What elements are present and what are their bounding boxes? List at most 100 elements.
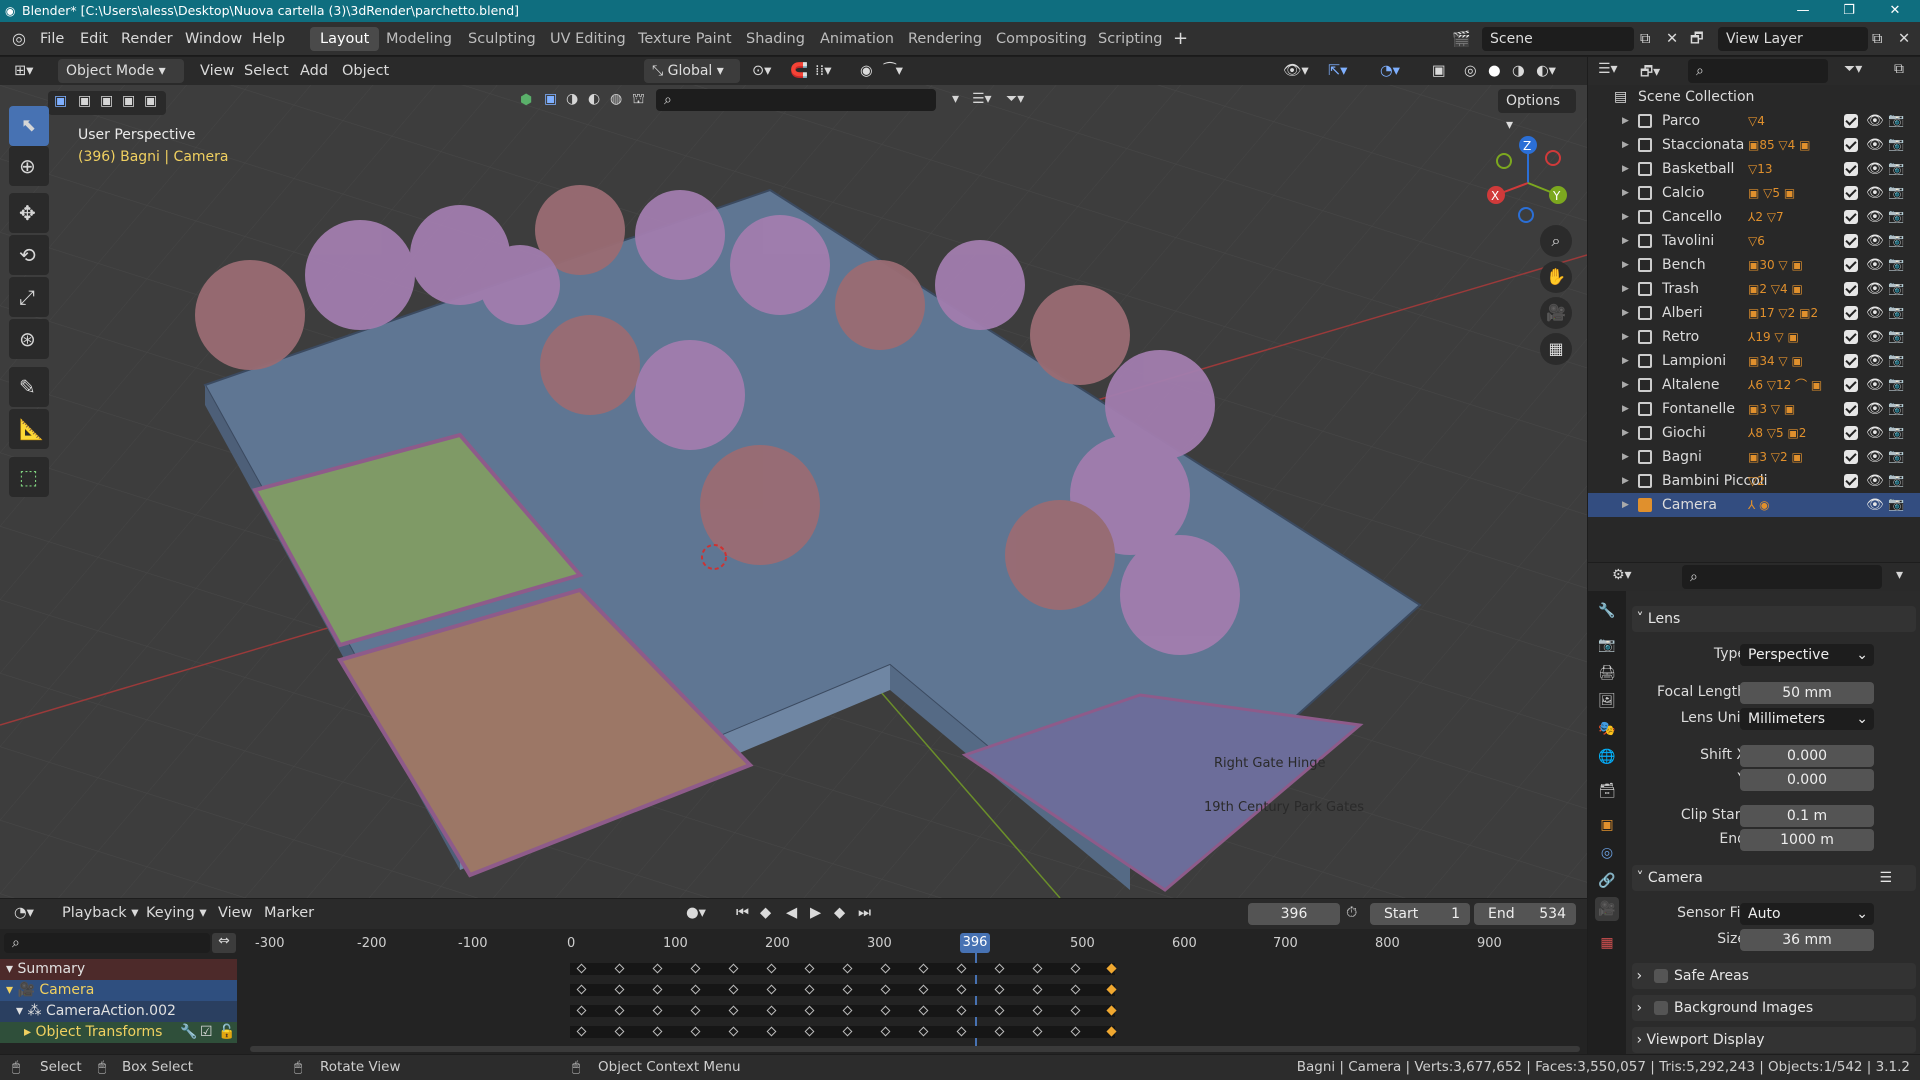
exclude-checkbox[interactable] xyxy=(1844,258,1858,272)
keyframe[interactable] xyxy=(880,963,891,974)
timeline-scrollbar[interactable] xyxy=(250,1046,1580,1052)
menu-edit[interactable]: Edit xyxy=(80,28,108,50)
pivot-icon[interactable]: ⊙▾ xyxy=(752,60,771,82)
expand-arrow-icon[interactable]: ▶ xyxy=(1622,109,1629,133)
exclude-checkbox[interactable] xyxy=(1844,378,1858,392)
eye-icon[interactable]: 👁 xyxy=(1866,397,1884,421)
lens-type-dropdown[interactable]: Perspective ⌄ xyxy=(1740,644,1874,666)
tab-scripting[interactable]: Scripting xyxy=(1088,27,1172,51)
menu-view[interactable]: View xyxy=(200,60,234,82)
delete-scene-icon[interactable]: ✕ xyxy=(1666,28,1678,50)
scene-collection-row[interactable]: ▤ Scene Collection xyxy=(1588,85,1920,109)
keyframe[interactable] xyxy=(690,963,701,974)
tool-add-cube[interactable]: ⬚ xyxy=(9,457,49,497)
frame-ruler[interactable]: -300 -200 -100 0 100 200 300 500 600 700 800 900 xyxy=(0,899,1587,959)
snap-grid-icon[interactable]: ⁞⁞▾ xyxy=(815,60,832,82)
gizmo-toggle-icon[interactable]: ⇱▾ xyxy=(1328,60,1347,82)
expand-arrow-icon[interactable]: ▶ xyxy=(1622,349,1629,373)
tab-rendering[interactable]: Rendering xyxy=(898,27,992,51)
eye-icon[interactable]: 👁 xyxy=(1866,253,1884,277)
menu-window[interactable]: Window xyxy=(185,28,242,50)
keyframe[interactable] xyxy=(766,1026,777,1037)
keyframe-selected[interactable] xyxy=(1106,963,1117,974)
keyframe[interactable] xyxy=(576,984,587,995)
keyframe[interactable] xyxy=(652,984,663,995)
shift-y-field[interactable]: 0.000 xyxy=(1740,769,1874,791)
keyframe[interactable] xyxy=(842,963,853,974)
keyframe[interactable] xyxy=(1032,984,1043,995)
keyframe[interactable] xyxy=(690,1026,701,1037)
keyframe[interactable] xyxy=(766,1005,777,1016)
render-camera-icon[interactable]: 📷 xyxy=(1888,349,1904,373)
eye-icon[interactable]: 👁 xyxy=(1866,493,1884,517)
material-icon[interactable]: ◐ xyxy=(588,91,600,107)
eye-icon[interactable]: 👁 xyxy=(1866,469,1884,493)
tool-select-box[interactable]: ⬉ xyxy=(9,106,49,146)
keyframe[interactable] xyxy=(728,1005,739,1016)
outliner-row[interactable]: ▶ Trash ▣2 ▽4 ▣ 👁 📷 xyxy=(1588,277,1920,301)
playhead-frame-badge[interactable]: 396 xyxy=(960,933,990,953)
keyframe[interactable] xyxy=(918,1026,929,1037)
keyframe[interactable] xyxy=(918,984,929,995)
exclude-checkbox[interactable] xyxy=(1844,282,1858,296)
render-camera-icon[interactable]: 📷 xyxy=(1888,205,1904,229)
safe-areas-checkbox[interactable] xyxy=(1654,969,1668,983)
keyframe[interactable] xyxy=(614,984,625,995)
world-icon[interactable]: ◍ xyxy=(610,91,622,107)
zoom-icon[interactable]: ⌕ xyxy=(1540,225,1572,257)
texture-tab-icon[interactable]: ▦ xyxy=(1595,931,1619,955)
eye-icon[interactable]: 👁 xyxy=(1866,277,1884,301)
properties-options-icon[interactable]: ▾ xyxy=(1896,567,1903,583)
wrench-icon[interactable]: 🔧 xyxy=(180,1022,197,1043)
keyframe[interactable] xyxy=(690,1005,701,1016)
keyframe[interactable] xyxy=(804,984,815,995)
expand-arrow-icon[interactable]: ▶ xyxy=(1622,421,1629,445)
eye-icon[interactable]: 👁 xyxy=(1866,181,1884,205)
render-tab-icon[interactable]: 📷 xyxy=(1595,633,1619,657)
blender-menu-icon[interactable]: ◎ xyxy=(12,28,26,50)
list-icon[interactable]: ☰▾ xyxy=(972,91,992,107)
tool-move[interactable]: ✥ xyxy=(9,193,49,233)
scene-tab-icon[interactable]: 🎭 xyxy=(1595,717,1619,741)
expand-arrow-icon[interactable]: ▶ xyxy=(1622,493,1629,517)
ortho-grid-icon[interactable]: ▦ xyxy=(1540,333,1572,365)
expand-arrow-icon[interactable]: ▶ xyxy=(1622,157,1629,181)
eye-icon[interactable]: 👁 xyxy=(1866,325,1884,349)
render-camera-icon[interactable]: 📷 xyxy=(1888,421,1904,445)
object-mode-dropdown[interactable]: Object Mode ▾ xyxy=(58,59,184,83)
exclude-checkbox[interactable] xyxy=(1844,162,1858,176)
render-camera-icon[interactable]: 📷 xyxy=(1888,469,1904,493)
eye-icon[interactable]: 👁 xyxy=(1866,109,1884,133)
expand-arrow-icon[interactable]: ▶ xyxy=(1622,301,1629,325)
expand-arrow-icon[interactable]: ▶ xyxy=(1622,277,1629,301)
select-extend-icon[interactable]: ▣ xyxy=(78,93,91,109)
3d-viewport[interactable]: Right Gate Hinge 19th Century Park Gates… xyxy=(0,85,1587,898)
view-layer-selector[interactable]: View Layer xyxy=(1718,27,1868,51)
keyframe[interactable] xyxy=(1032,1026,1043,1037)
scene-icon[interactable]: 🎬 xyxy=(1452,28,1471,50)
exclude-checkbox[interactable] xyxy=(1844,450,1858,464)
output-tab-icon[interactable]: 🖨 xyxy=(1595,661,1619,685)
outliner-row[interactable]: ▶ Cancello ⅄2 ▽7 👁 📷 xyxy=(1588,205,1920,229)
menu-object[interactable]: Object xyxy=(342,60,389,82)
eye-icon[interactable]: 👁 xyxy=(1866,229,1884,253)
object-tab-icon[interactable]: ▣ xyxy=(1595,813,1619,837)
view-layer-tab-icon[interactable]: 🖼 xyxy=(1595,689,1619,713)
expand-arrow-icon[interactable]: ▶ xyxy=(1622,445,1629,469)
expand-arrow-icon[interactable]: ▶ xyxy=(1622,469,1629,493)
lock-icon[interactable]: 🔓 xyxy=(218,1022,235,1043)
eye-icon[interactable]: 👁 xyxy=(1866,349,1884,373)
snap-icon[interactable]: 🧲 xyxy=(790,60,808,82)
tab-animation[interactable]: Animation xyxy=(810,27,904,51)
visibility-icon[interactable]: 👁▾ xyxy=(1283,60,1309,82)
keyframe[interactable] xyxy=(994,1005,1005,1016)
clip-end-field[interactable]: 1000 m xyxy=(1740,829,1874,851)
viewport-display-panel-header[interactable]: › Viewport Display xyxy=(1632,1027,1916,1053)
eye-icon[interactable]: 👁 xyxy=(1866,133,1884,157)
navigation-gizmo[interactable]: Z X Y xyxy=(1478,133,1587,233)
menu-render[interactable]: Render xyxy=(121,28,173,50)
preset-list-icon[interactable]: ☰ xyxy=(1879,865,1892,891)
outliner-row[interactable]: ▶ Retro ⅄19 ▽ ▣ 👁 📷 xyxy=(1588,325,1920,349)
keyframe[interactable] xyxy=(880,1005,891,1016)
tool-transform[interactable]: ⊛ xyxy=(9,319,49,359)
